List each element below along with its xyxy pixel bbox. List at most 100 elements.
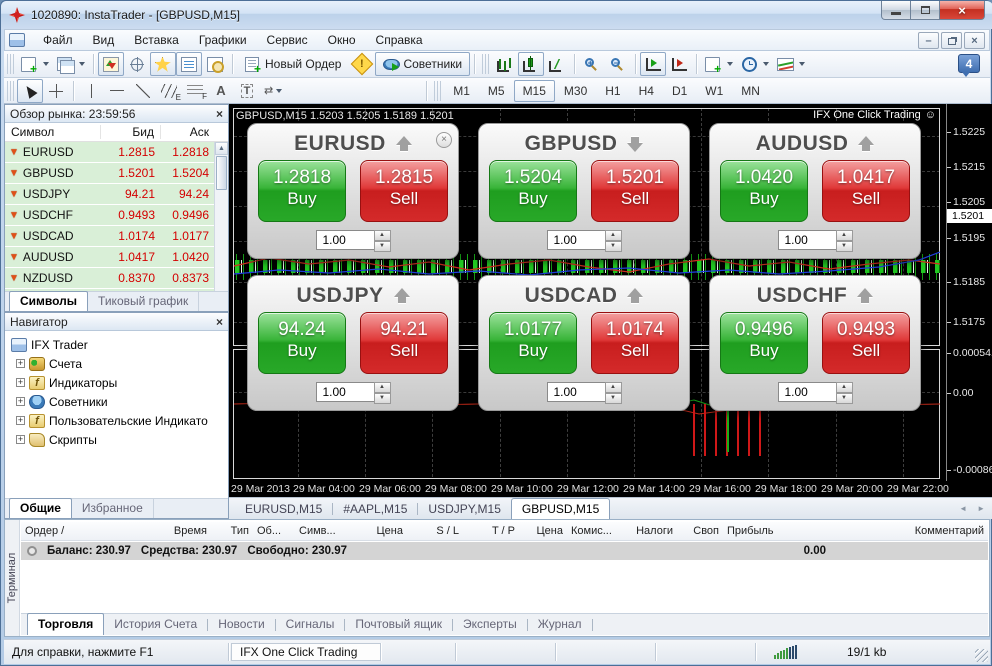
quote-row[interactable]: ▼AUDUSD1.04171.0420 <box>5 247 228 268</box>
smiley-icon[interactable]: ☺ <box>925 109 936 121</box>
sell-button[interactable]: 0.9493Sell <box>822 312 910 374</box>
timeframe-m30[interactable]: M30 <box>555 80 596 102</box>
volume-input[interactable] <box>316 382 374 402</box>
sell-button[interactable]: 1.0174Sell <box>591 312 679 374</box>
toolbar-grip[interactable] <box>7 81 14 101</box>
tab-mailbox[interactable]: Почтовый ящик <box>345 614 452 635</box>
timeframe-m15[interactable]: M15 <box>514 80 555 102</box>
tab-trade[interactable]: Торговля <box>27 613 104 635</box>
panel-close-icon[interactable]: × <box>436 132 452 148</box>
resize-grip[interactable] <box>975 649 988 662</box>
vertical-line-button[interactable] <box>78 79 104 103</box>
timeframe-w1[interactable]: W1 <box>696 80 732 102</box>
bar-chart-button[interactable] <box>492 52 518 76</box>
sell-button[interactable]: 94.21Sell <box>360 312 448 374</box>
tree-item-accounts[interactable]: + Счета <box>9 354 228 373</box>
chart-tab-gbpusd[interactable]: GBPUSD,M15 <box>511 498 610 520</box>
text-label-button[interactable]: T <box>234 79 260 103</box>
menu-file[interactable]: Файл <box>33 30 83 50</box>
tree-item-custom-indicators[interactable]: + f Пользовательские Индикато <box>9 411 228 430</box>
tree-item-indicators[interactable]: + f Индикаторы <box>9 373 228 392</box>
quote-row[interactable]: ▼USDJPY94.2194.24 <box>5 184 228 205</box>
indicators-button[interactable]: + <box>701 52 737 76</box>
menu-charts[interactable]: Графики <box>189 30 257 50</box>
spin-down-icon[interactable]: ▼ <box>836 393 853 404</box>
timeframe-m1[interactable]: M1 <box>444 80 479 102</box>
close-button[interactable]: × <box>939 1 985 20</box>
column-profit[interactable]: Прибыль <box>723 525 793 537</box>
crosshair-tool-button[interactable] <box>43 79 69 103</box>
buy-button[interactable]: 1.0420Buy <box>720 160 808 222</box>
chart-tab-aapl[interactable]: #AAPL,M15 <box>333 499 417 519</box>
spin-up-icon[interactable]: ▲ <box>605 382 622 393</box>
equidistant-channel-button[interactable]: E <box>156 79 182 103</box>
buy-button[interactable]: 94.24Buy <box>258 312 346 374</box>
minimize-button[interactable] <box>881 1 911 20</box>
column-type[interactable]: Тип <box>211 525 253 537</box>
tabs-scroll-left-icon[interactable]: ◄ <box>959 504 967 513</box>
tab-account-history[interactable]: История Счета <box>104 614 207 635</box>
arrows-tool-button[interactable]: ⇄ <box>260 79 286 103</box>
expand-icon[interactable]: + <box>16 359 25 368</box>
column-symbol[interactable]: Симв... <box>295 525 345 537</box>
buy-button[interactable]: 0.9496Buy <box>720 312 808 374</box>
scroll-thumb[interactable] <box>216 156 227 190</box>
volume-input[interactable] <box>778 382 836 402</box>
line-chart-button[interactable] <box>544 52 570 76</box>
tree-root-ifx-trader[interactable]: IFX Trader <box>11 335 228 354</box>
spin-down-icon[interactable]: ▼ <box>374 393 391 404</box>
quote-row[interactable]: ▼USDCHF0.94930.9496 <box>5 205 228 226</box>
column-swap[interactable]: Своп <box>677 525 723 537</box>
balance-row[interactable]: Баланс: 230.97 Средства: 230.97 Свободно… <box>21 542 988 560</box>
menu-view[interactable]: Вид <box>83 30 125 50</box>
expert-advisors-button[interactable]: Советники <box>375 52 470 76</box>
expand-icon[interactable]: + <box>16 397 25 406</box>
tab-experts[interactable]: Эксперты <box>453 614 527 635</box>
quote-row[interactable]: ▼GBPUSD1.52011.5204 <box>5 163 228 184</box>
notification-badge[interactable]: 4 <box>958 54 980 73</box>
column-price-open[interactable]: Цена <box>345 525 407 537</box>
toolbar-grip[interactable] <box>7 54 14 74</box>
quote-row[interactable]: ▼NZDUSD0.83700.8373 <box>5 268 228 289</box>
timeframe-m5[interactable]: M5 <box>479 80 514 102</box>
tree-item-scripts[interactable]: + Скрипты <box>9 430 228 449</box>
templates-button[interactable] <box>773 52 809 76</box>
volume-input[interactable] <box>778 230 836 250</box>
time-axis[interactable]: 29 Mar 2013 29 Mar 04:00 29 Mar 06:00 29… <box>229 483 992 497</box>
timeframe-h1[interactable]: H1 <box>596 80 629 102</box>
menu-service[interactable]: Сервис <box>257 30 318 50</box>
volume-input[interactable] <box>547 230 605 250</box>
spin-up-icon[interactable]: ▲ <box>836 382 853 393</box>
child-minimize-button[interactable]: – <box>918 32 939 49</box>
tab-symbols[interactable]: Символы <box>9 291 88 311</box>
buy-button[interactable]: 1.2818Buy <box>258 160 346 222</box>
tabs-scroll-right-icon[interactable]: ► <box>977 504 985 513</box>
navigator-close-icon[interactable]: × <box>216 315 223 329</box>
column-time[interactable]: Время <box>129 525 211 537</box>
sell-button[interactable]: 1.2815Sell <box>360 160 448 222</box>
timeframe-h4[interactable]: H4 <box>630 80 663 102</box>
menu-window[interactable]: Окно <box>318 30 366 50</box>
expand-icon[interactable]: + <box>16 416 25 425</box>
market-watch-scrollbar[interactable]: ▲ <box>214 142 228 292</box>
cursor-tool-button[interactable] <box>17 79 43 103</box>
child-restore-button[interactable] <box>941 32 962 49</box>
text-tool-button[interactable]: A <box>208 79 234 103</box>
child-close-button[interactable]: × <box>964 32 985 49</box>
buy-button[interactable]: 1.5204Buy <box>489 160 577 222</box>
tab-favorites[interactable]: Избранное <box>72 499 154 518</box>
column-tp[interactable]: T / P <box>463 525 519 537</box>
fibonacci-button[interactable]: F <box>182 79 208 103</box>
sell-button[interactable]: 1.5201Sell <box>591 160 679 222</box>
status-mode-text[interactable]: IFX One Click Trading <box>231 643 381 661</box>
zoom-in-button[interactable]: + <box>579 52 605 76</box>
navigator-button[interactable] <box>150 52 176 76</box>
volume-input[interactable] <box>547 382 605 402</box>
new-order-button[interactable]: + Новый Ордер <box>237 52 349 76</box>
expand-icon[interactable]: + <box>16 435 25 444</box>
column-taxes[interactable]: Налоги <box>619 525 677 537</box>
column-comment[interactable]: Комментарий <box>793 525 988 537</box>
tab-tick-chart[interactable]: Тиковый график <box>88 292 199 311</box>
column-price-close[interactable]: Цена <box>519 525 567 537</box>
menu-insert[interactable]: Вставка <box>124 30 189 50</box>
